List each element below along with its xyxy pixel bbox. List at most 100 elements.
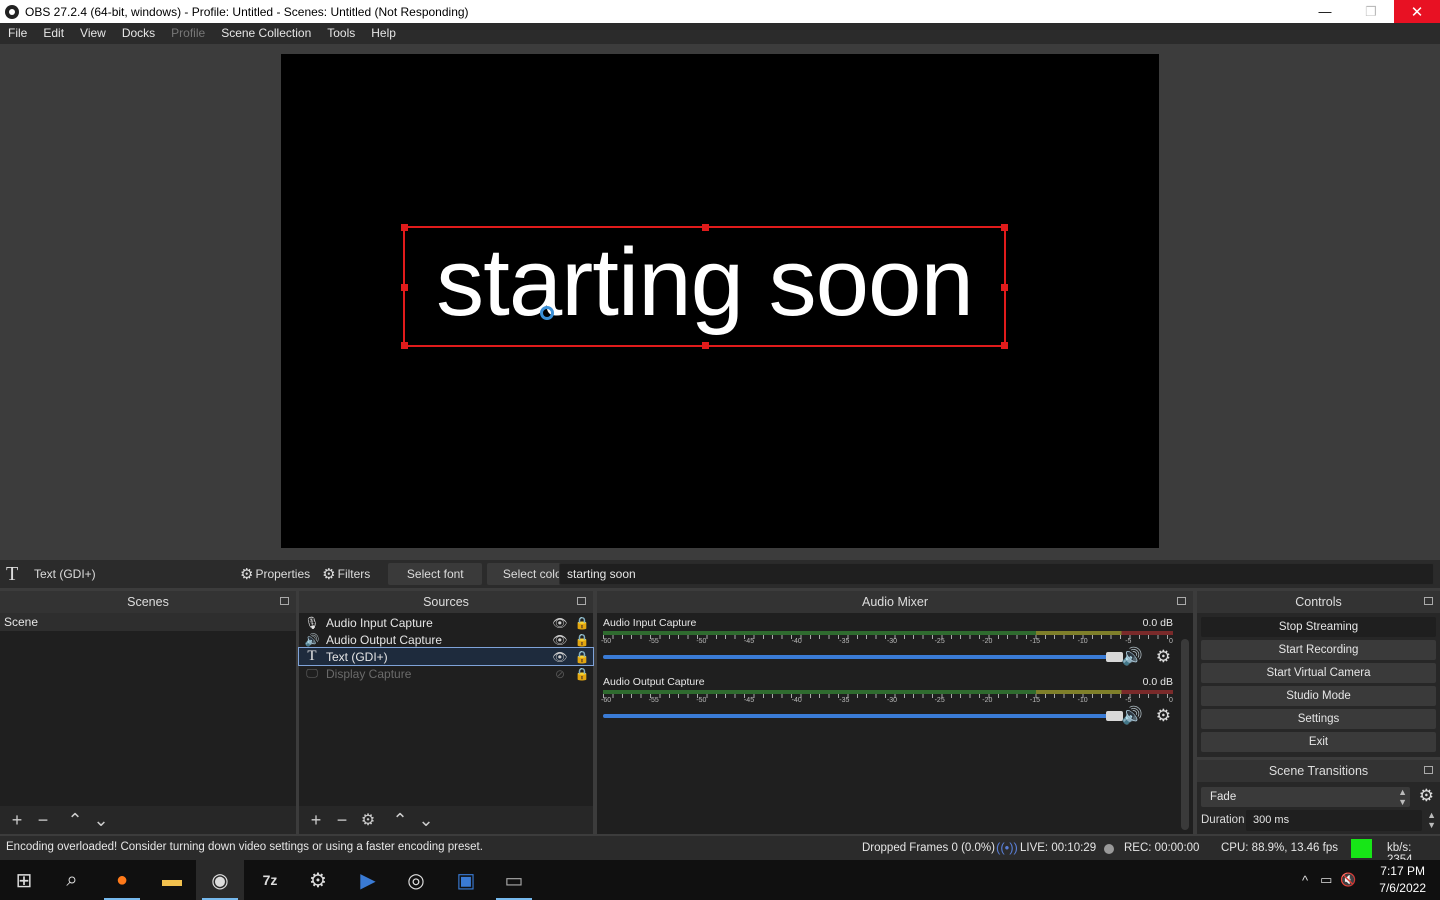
tick-label: -10 bbox=[1077, 697, 1088, 704]
undock-icon[interactable] bbox=[280, 597, 289, 605]
gear-icon[interactable]: ⚙ bbox=[1419, 786, 1434, 806]
resize-handle-top-right[interactable] bbox=[1001, 224, 1008, 231]
menu-scene-collection[interactable]: Scene Collection bbox=[213, 23, 319, 44]
menu-file[interactable]: File bbox=[0, 23, 35, 44]
transitions-header: Scene Transitions bbox=[1197, 760, 1440, 782]
close-button[interactable]: ✕ bbox=[1394, 0, 1440, 23]
menu-help[interactable]: Help bbox=[363, 23, 404, 44]
text-input[interactable]: starting soon bbox=[559, 563, 1434, 585]
resize-handle-bottom-left[interactable] bbox=[401, 342, 408, 349]
mixer-scrollbar[interactable] bbox=[1181, 639, 1189, 830]
resize-handle-bottom[interactable] bbox=[702, 342, 709, 349]
windows-start-icon[interactable]: ⊞ bbox=[0, 860, 48, 900]
source-properties-button[interactable]: ⚙ bbox=[355, 808, 381, 832]
menu-profile[interactable]: Profile bbox=[163, 23, 213, 44]
chevron-up-icon[interactable]: ^ bbox=[1302, 873, 1308, 888]
text-source-selection[interactable]: starting soon bbox=[401, 224, 1008, 349]
eye-icon[interactable]: 👁 bbox=[549, 650, 571, 664]
resize-handle-left[interactable] bbox=[401, 284, 408, 291]
move-source-down-button[interactable]: ⌄ bbox=[413, 808, 439, 832]
speaker-mute-icon[interactable]: 🔊 bbox=[1122, 647, 1143, 667]
transition-select[interactable]: Fade ▲ ▼ bbox=[1201, 787, 1410, 807]
move-scene-down-button[interactable]: ⌄ bbox=[88, 808, 114, 832]
settings-gear-icon[interactable]: ⚙ bbox=[294, 860, 342, 900]
duration-spinner-icon[interactable]: ▲ ▼ bbox=[1427, 810, 1436, 830]
remove-source-button[interactable]: − bbox=[329, 808, 355, 832]
title-bar: OBS 27.2.4 (64-bit, windows) - Profile: … bbox=[0, 0, 1440, 23]
monitor-icon: 🖵 bbox=[306, 666, 318, 680]
eye-icon[interactable]: 👁 bbox=[549, 616, 571, 630]
tick-label: -60 bbox=[601, 697, 612, 704]
window-title: OBS 27.2.4 (64-bit, windows) - Profile: … bbox=[25, 4, 469, 19]
resize-handle-right[interactable] bbox=[1001, 284, 1008, 291]
lock-icon[interactable]: 🔒 bbox=[571, 650, 593, 664]
audio-mixer-dock: Audio Mixer Audio Input Capture 0.0 dB -… bbox=[597, 591, 1193, 834]
source-item[interactable]: 🔊 Audio Output Capture 👁 🔒 bbox=[299, 631, 593, 648]
scene-item[interactable]: Scene bbox=[0, 613, 296, 631]
channel-db: 0.0 dB bbox=[1142, 676, 1173, 688]
lock-icon[interactable]: 🔒 bbox=[571, 633, 593, 647]
volume-slider-handle[interactable] bbox=[1106, 652, 1123, 662]
gear-icon[interactable]: ⚙ bbox=[1156, 706, 1171, 726]
minimize-button[interactable]: — bbox=[1302, 0, 1348, 23]
source-item[interactable]: 🎙 Audio Input Capture 👁 🔒 bbox=[299, 614, 593, 631]
select-font-button[interactable]: Select font bbox=[388, 563, 483, 585]
lock-icon[interactable]: 🔒 bbox=[571, 667, 593, 681]
source-item[interactable]: 🖵 Display Capture ⊘ 🔒 bbox=[299, 665, 593, 682]
7zip-icon[interactable]: 7z bbox=[246, 860, 294, 900]
search-icon[interactable]: ⌕ bbox=[48, 860, 96, 900]
resize-handle-bottom-right[interactable] bbox=[1001, 342, 1008, 349]
windows-taskbar: ⊞ ⌕ ● ▬ ◉ 7z ⚙ ▶ ◎ ▣ ▭ ^ ▭ 🔇 7:17 PM 7/6… bbox=[0, 860, 1440, 900]
tick-label: -30 bbox=[886, 638, 898, 645]
maximize-button[interactable]: ❐ bbox=[1348, 0, 1394, 23]
menu-tools[interactable]: Tools bbox=[319, 23, 363, 44]
status-message: Encoding overloaded! Consider turning do… bbox=[6, 841, 483, 853]
volume-muted-icon[interactable]: 🔇 bbox=[1340, 872, 1356, 888]
status-bar: Encoding overloaded! Consider turning do… bbox=[0, 836, 1440, 866]
undock-icon[interactable] bbox=[577, 597, 586, 605]
source-name: Audio Output Capture bbox=[326, 632, 443, 647]
taskbar-clock[interactable]: 7:17 PM 7/6/2022 bbox=[1379, 863, 1426, 897]
move-source-up-button[interactable]: ⌃ bbox=[387, 808, 413, 832]
live-timer: LIVE: 00:10:29 bbox=[1020, 842, 1097, 854]
powershell-icon[interactable]: ▶ bbox=[344, 860, 392, 900]
undock-icon[interactable] bbox=[1424, 766, 1433, 774]
app-window-icon[interactable]: ▭ bbox=[490, 860, 538, 900]
menu-edit[interactable]: Edit bbox=[35, 23, 72, 44]
volume-slider[interactable] bbox=[603, 652, 1123, 662]
obs-taskbar-icon[interactable]: ◉ bbox=[196, 860, 244, 900]
network-icon[interactable]: ▭ bbox=[1320, 872, 1332, 888]
add-source-button[interactable]: + bbox=[303, 808, 329, 832]
resize-handle-top[interactable] bbox=[702, 224, 709, 231]
menu-view[interactable]: View bbox=[72, 23, 114, 44]
eye-icon[interactable]: 👁 bbox=[549, 633, 571, 647]
tick-label: -60 bbox=[601, 638, 612, 645]
eye-hidden-icon[interactable]: ⊘ bbox=[549, 667, 571, 681]
undock-icon[interactable] bbox=[1177, 597, 1186, 605]
gear-icon[interactable]: ⚙ bbox=[1156, 647, 1171, 667]
move-scene-up-button[interactable]: ⌃ bbox=[62, 808, 88, 832]
add-scene-button[interactable]: + bbox=[4, 808, 30, 832]
source-context-bar: T Text (GDI+) ⚙ Properties ⚙ Filters Sel… bbox=[0, 560, 1440, 588]
store-icon[interactable]: ▣ bbox=[442, 860, 490, 900]
file-explorer-icon[interactable]: ▬ bbox=[148, 860, 196, 900]
preview-area: starting soon bbox=[0, 44, 1440, 558]
speaker-mute-icon[interactable]: 🔊 bbox=[1122, 706, 1143, 726]
filters-button[interactable]: ⚙ Filters bbox=[316, 563, 376, 585]
tick-label: -55 bbox=[648, 697, 659, 704]
volume-slider-handle[interactable] bbox=[1106, 711, 1123, 721]
lock-icon[interactable]: 🔒 bbox=[571, 616, 593, 630]
resize-handle-top-left[interactable] bbox=[401, 224, 408, 231]
properties-button[interactable]: ⚙ Properties bbox=[234, 563, 316, 585]
duration-input[interactable]: 300 ms bbox=[1246, 810, 1422, 831]
source-item[interactable]: T Text (GDI+) 👁 🔒 bbox=[298, 647, 594, 666]
volume-slider[interactable] bbox=[603, 711, 1123, 721]
preview-canvas[interactable]: starting soon bbox=[281, 54, 1159, 548]
busy-cursor-icon bbox=[540, 306, 554, 320]
menu-docks[interactable]: Docks bbox=[114, 23, 163, 44]
remove-scene-button[interactable]: − bbox=[30, 808, 56, 832]
record-icon bbox=[1104, 844, 1114, 854]
xbox-icon[interactable]: ◎ bbox=[392, 860, 440, 900]
firefox-icon[interactable]: ● bbox=[98, 860, 146, 900]
tick-label: -35 bbox=[839, 638, 850, 645]
